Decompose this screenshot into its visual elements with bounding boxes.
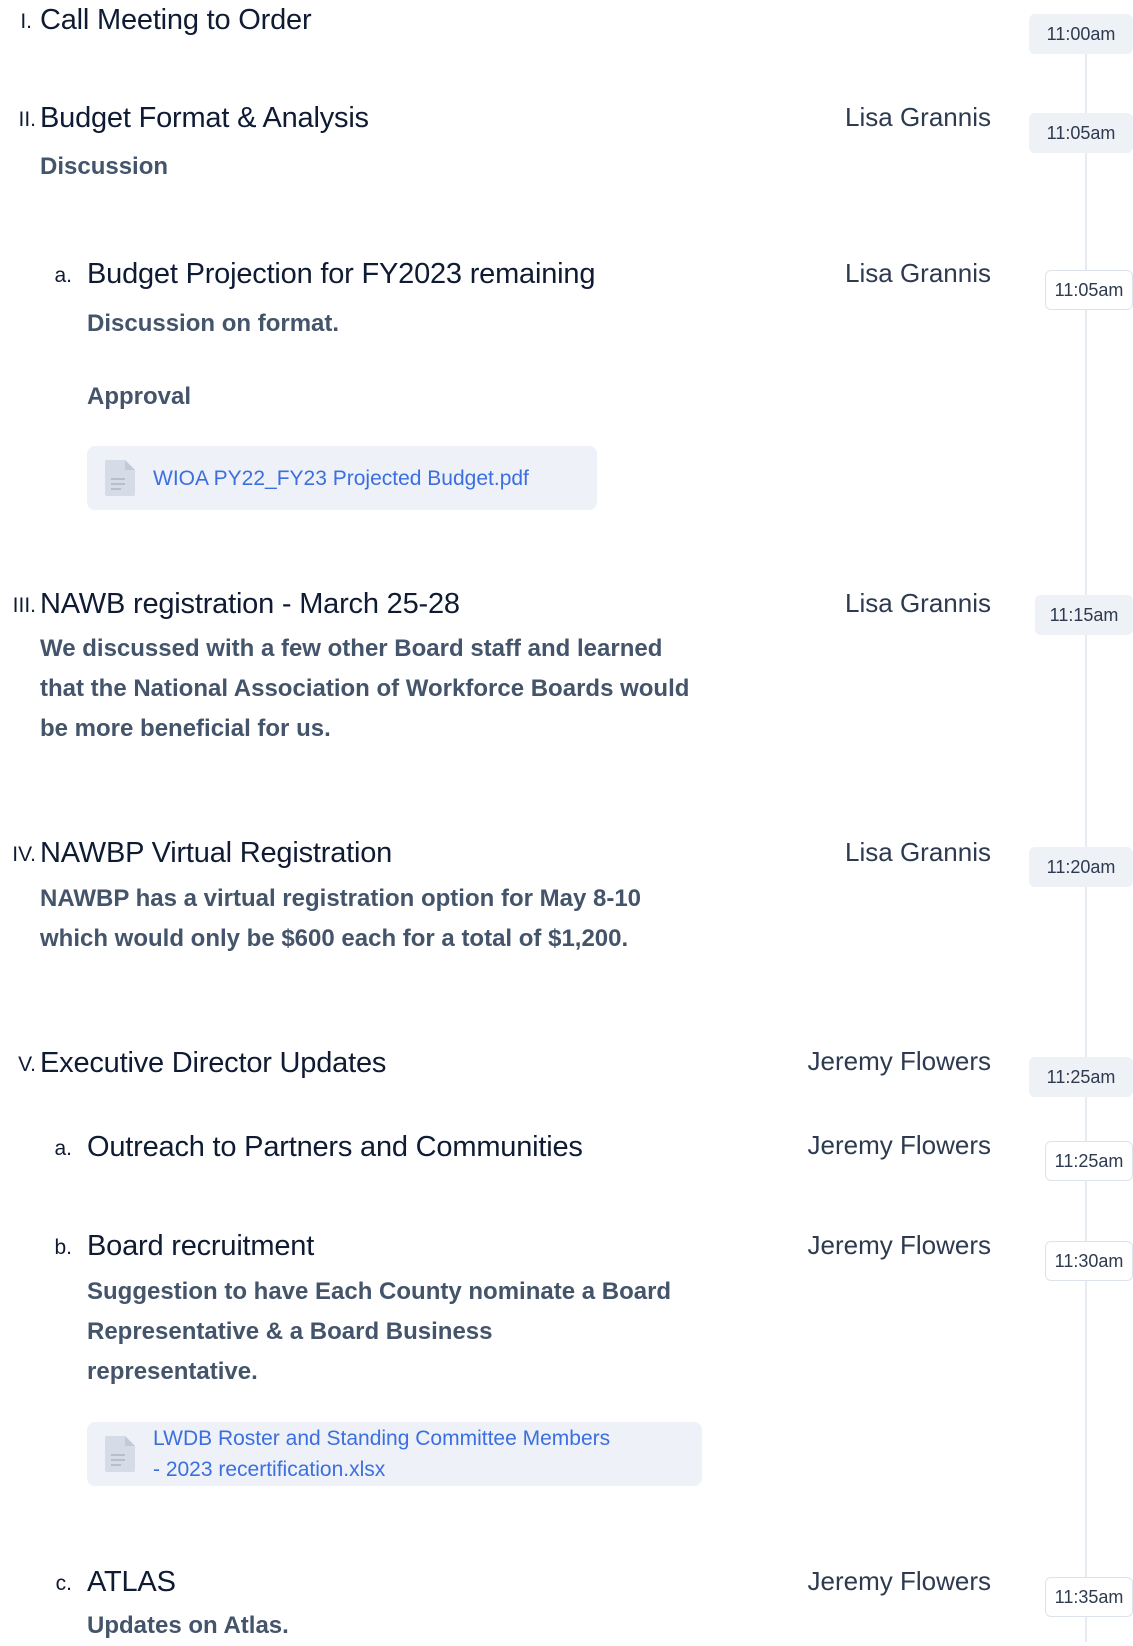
attachment-filename[interactable]: LWDB Roster and Standing Committee Membe… bbox=[153, 1423, 610, 1485]
item-number: V. bbox=[18, 1053, 36, 1076]
item-title[interactable]: ATLAS bbox=[87, 1566, 176, 1599]
attachment-filename-line[interactable]: LWDB Roster and Standing Committee Membe… bbox=[153, 1423, 610, 1454]
presenter-name: Lisa Grannis bbox=[845, 258, 991, 288]
time-chip: 11:05am bbox=[1045, 270, 1133, 310]
item-number: c. bbox=[55, 1572, 72, 1595]
item-title[interactable]: Outreach to Partners and Communities bbox=[87, 1131, 583, 1164]
item-number: III. bbox=[12, 594, 36, 617]
time-chip: 11:15am bbox=[1035, 595, 1133, 635]
document-icon bbox=[105, 1436, 135, 1472]
item-title[interactable]: Call Meeting to Order bbox=[40, 4, 312, 37]
time-chip: 11:20am bbox=[1029, 847, 1133, 887]
item-number: a. bbox=[54, 1137, 72, 1160]
presenter-name: Lisa Grannis bbox=[845, 837, 991, 867]
time-chip: 11:30am bbox=[1045, 1241, 1133, 1281]
presenter-name: Jeremy Flowers bbox=[807, 1566, 991, 1596]
item-title[interactable]: NAWB registration - March 25-28 bbox=[40, 588, 460, 621]
item-description-line: We discussed with a few other Board staf… bbox=[40, 635, 663, 662]
attachment-link[interactable]: LWDB Roster and Standing Committee Membe… bbox=[87, 1422, 702, 1486]
item-number: I. bbox=[20, 10, 32, 33]
presenter-name: Lisa Grannis bbox=[845, 102, 991, 132]
attachment-filename[interactable]: WIOA PY22_FY23 Projected Budget.pdf bbox=[153, 463, 529, 494]
item-description-line: be more beneficial for us. bbox=[40, 715, 331, 742]
item-description-line: which would only be $600 each for a tota… bbox=[40, 925, 629, 952]
presenter-name: Jeremy Flowers bbox=[807, 1130, 991, 1160]
item-number: IV. bbox=[12, 843, 36, 866]
time-chip: 11:25am bbox=[1029, 1057, 1133, 1097]
item-description-line: that the National Association of Workfor… bbox=[40, 675, 690, 702]
item-number: b. bbox=[54, 1236, 72, 1259]
item-description: Updates on Atlas. bbox=[87, 1612, 289, 1639]
item-title[interactable]: Budget Format & Analysis bbox=[40, 102, 369, 135]
item-title[interactable]: Budget Projection for FY2023 remaining bbox=[87, 258, 595, 291]
presenter-name: Lisa Grannis bbox=[845, 588, 991, 618]
time-chip: 11:00am bbox=[1029, 14, 1133, 54]
item-number: II. bbox=[18, 108, 36, 131]
item-description-approval: Approval bbox=[87, 383, 192, 410]
time-chip: 11:35am bbox=[1045, 1577, 1133, 1617]
item-description-line: Representative & a Board Business bbox=[87, 1318, 493, 1345]
item-title[interactable]: Executive Director Updates bbox=[40, 1047, 386, 1080]
time-chip: 11:05am bbox=[1029, 113, 1133, 153]
item-number: a. bbox=[54, 264, 72, 287]
presenter-name: Jeremy Flowers bbox=[807, 1046, 991, 1076]
item-description-line: NAWBP has a virtual registration option … bbox=[40, 885, 642, 912]
attachment-filename-line[interactable]: - 2023 recertification.xlsx bbox=[153, 1454, 610, 1485]
item-description: Discussion on format. bbox=[87, 310, 340, 337]
item-title[interactable]: NAWBP Virtual Registration bbox=[40, 837, 392, 870]
item-title[interactable]: Board recruitment bbox=[87, 1230, 314, 1263]
item-description: Discussion bbox=[40, 153, 169, 180]
attachment-link[interactable]: WIOA PY22_FY23 Projected Budget.pdf bbox=[87, 446, 597, 510]
document-icon bbox=[105, 460, 135, 496]
item-description-line: representative. bbox=[87, 1358, 258, 1385]
item-description-line: Suggestion to have Each County nominate … bbox=[87, 1278, 672, 1305]
time-chip: 11:25am bbox=[1045, 1141, 1133, 1181]
presenter-name: Jeremy Flowers bbox=[807, 1230, 991, 1260]
